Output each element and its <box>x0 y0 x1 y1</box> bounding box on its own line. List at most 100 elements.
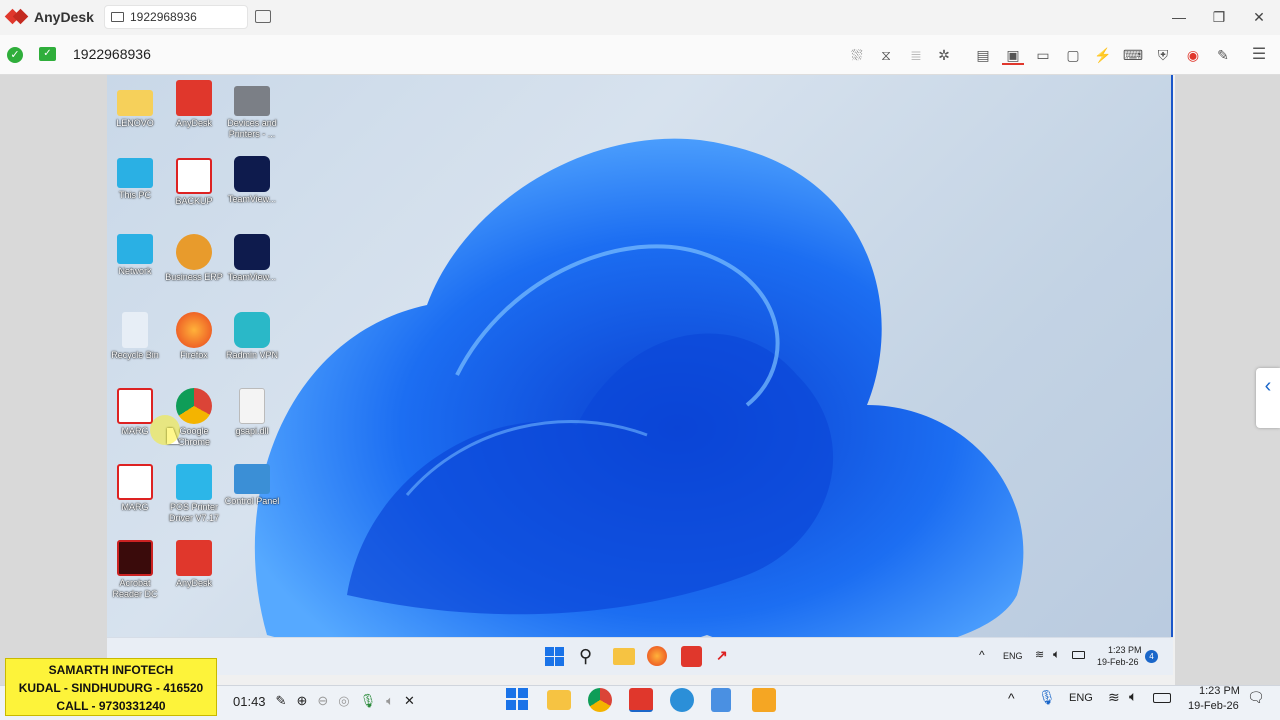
app-name: AnyDesk <box>34 9 94 25</box>
remote-volume-icon[interactable]: 🔈︎ <box>1053 647 1060 662</box>
marg-icon <box>117 464 153 500</box>
desktop-icon-anydesk[interactable]: AnyDesk <box>165 80 223 129</box>
desktop-icon-network[interactable]: Network <box>106 234 164 277</box>
anydesk-icon <box>176 540 212 576</box>
zoom-in-icon[interactable]: ⊕ <box>296 693 307 709</box>
remote-anydesk-icon[interactable] <box>681 646 702 667</box>
desktop-icon-acrobat-reader[interactable]: Acrobat Reader DC <box>106 540 164 600</box>
remote-search-icon[interactable]: ⚲ <box>579 646 599 666</box>
control-panel-icon <box>234 464 270 494</box>
remote-id: 1922968936 <box>73 46 151 62</box>
remote-explorer-icon[interactable] <box>613 648 635 665</box>
remote-battery-icon[interactable] <box>1072 651 1085 659</box>
desktop-icon-firefox[interactable]: Firefox <box>165 312 223 361</box>
minimize-button[interactable]: — <box>1164 6 1194 28</box>
desktop-icon-lenovo[interactable]: LENOVO <box>106 84 164 129</box>
desktop-icon-control-panel[interactable]: Control Panel <box>223 464 281 507</box>
recording-time: 01:43 <box>233 693 266 709</box>
incognito-icon[interactable]: ⛆ <box>846 45 868 65</box>
local-time[interactable]: 1:23 PM <box>1199 685 1240 697</box>
viewport-margin-left <box>0 75 107 685</box>
desktop-icon-label: TeamView... <box>227 194 277 204</box>
dll-file-icon <box>239 388 265 424</box>
keyboard-icon[interactable]: ⌨ <box>1122 45 1144 65</box>
remote-date[interactable]: 19-Feb-26 <box>1097 657 1139 667</box>
firefox-icon <box>176 312 212 348</box>
wifi-icon[interactable]: ≋ <box>1108 689 1120 706</box>
radmin-vpn-icon <box>234 312 270 348</box>
close-recorder-icon[interactable]: ✕ <box>404 693 415 709</box>
desktop-icon-teamviewer-1[interactable]: TeamView... <box>223 156 281 205</box>
chrome-icon <box>176 388 212 424</box>
verified-icon: ✓ <box>39 47 56 61</box>
file-transfer-icon[interactable]: ▤ <box>972 45 994 65</box>
desktop-icon-backup[interactable]: BACKUP <box>165 158 223 207</box>
permissions-icon[interactable]: ⛨ <box>1152 45 1174 65</box>
file-explorer-icon[interactable] <box>547 690 571 710</box>
hourglass-icon[interactable]: ⧖ <box>875 45 897 65</box>
close-button[interactable]: ✕ <box>1244 6 1274 28</box>
desktop-icon-this-pc[interactable]: This PC <box>106 158 164 201</box>
remote-marg-icon[interactable]: ↗ <box>716 647 737 665</box>
actions-icon[interactable]: ⚡ <box>1092 45 1114 65</box>
database-icon[interactable]: ≣ <box>905 45 927 65</box>
desktop-icon-label: MARG <box>121 426 149 436</box>
desktop-icon-teamviewer-2[interactable]: TeamView... <box>223 234 281 283</box>
business-erp-icon <box>176 234 212 270</box>
desktop-icon-marg-2[interactable]: MARG <box>106 464 164 513</box>
notepad-icon[interactable] <box>711 688 731 712</box>
desktop-icon-devices-printers[interactable]: Devices and Printers - ... <box>223 86 281 140</box>
side-panel-toggle[interactable]: ‹ <box>1256 368 1280 428</box>
battery-icon[interactable] <box>1153 693 1171 703</box>
speaker-icon[interactable]: 🔈︎ <box>386 693 394 709</box>
remote-firefox-icon[interactable] <box>647 646 667 666</box>
desktop-icon-business-erp[interactable]: Business ERP <box>165 234 223 283</box>
desktop-icon-label: Firefox <box>180 350 208 360</box>
new-tab-button[interactable] <box>255 10 271 23</box>
remote-tool-icon[interactable] <box>670 688 694 712</box>
pos-printer-icon <box>176 464 212 500</box>
remote-lang[interactable]: ENG <box>1003 651 1023 661</box>
chat-icon[interactable]: ▭ <box>1032 45 1054 65</box>
desktop-icon-gsapi-dll[interactable]: gsapi.dll <box>223 388 281 437</box>
remote-time[interactable]: 1:23 PM <box>1108 645 1142 655</box>
microphone-icon[interactable]: 🎙︎ <box>1038 689 1056 706</box>
remote-tray-chevron-icon[interactable]: ^ <box>979 648 985 662</box>
desktop-icon-label: This PC <box>118 190 151 200</box>
display-icon[interactable]: ▣ <box>1002 45 1024 65</box>
desktop-icon-label: Radmin VPN <box>225 350 279 360</box>
desktop-icon-recycle-bin[interactable]: Recycle Bin <box>106 312 164 361</box>
session-tab-label: 1922968936 <box>130 10 197 24</box>
zoom-out-icon[interactable]: ⊖ <box>317 693 328 709</box>
anydesk-icon <box>176 80 212 116</box>
start-icon[interactable] <box>506 688 528 710</box>
webcam-icon[interactable]: ◎ <box>338 693 349 709</box>
tray-chevron-icon[interactable]: ^ <box>1008 690 1015 706</box>
volume-icon[interactable]: 🔈︎ <box>1129 688 1137 705</box>
desktop-icon-label: Network <box>118 266 152 276</box>
remote-notification-badge[interactable]: 4 <box>1145 650 1158 663</box>
chrome-icon[interactable] <box>588 688 612 712</box>
local-date[interactable]: 19-Feb-26 <box>1188 700 1239 712</box>
desktop-icon-anydesk-2[interactable]: AnyDesk <box>165 540 223 589</box>
desktop-icon-label: TeamView... <box>227 272 277 282</box>
desktop-icon-radmin-vpn[interactable]: Radmin VPN <box>223 312 281 361</box>
banner-company: SAMARTH INFOTECH <box>48 663 174 677</box>
app-icon[interactable] <box>752 688 776 712</box>
pen-icon[interactable]: ✎ <box>276 693 287 709</box>
anydesk-icon[interactable] <box>629 688 653 712</box>
desktop-icon-pos-printer-driver[interactable]: POS Printer Driver V7.17 <box>165 464 223 524</box>
remote-wifi-icon[interactable]: ≋ <box>1035 648 1044 661</box>
record-icon[interactable]: ◉ <box>1182 45 1204 65</box>
whiteboard-icon[interactable]: ▢ <box>1062 45 1084 65</box>
local-lang[interactable]: ENG <box>1069 692 1093 704</box>
maximize-button[interactable]: ❐ <box>1204 6 1234 28</box>
mic-icon[interactable]: 🎙︎ <box>360 693 377 709</box>
star-icon[interactable]: ✲ <box>933 45 955 65</box>
session-tab[interactable]: 1922968936 <box>104 5 248 29</box>
company-banner: SAMARTH INFOTECH KUDAL - SINDHUDURG - 41… <box>5 658 217 716</box>
remote-start-icon[interactable] <box>545 647 564 666</box>
menu-icon[interactable]: ☰ <box>1248 45 1270 65</box>
notification-icon[interactable]: 🗨︎ <box>1247 689 1265 706</box>
draw-icon[interactable]: ✎ <box>1212 45 1234 65</box>
